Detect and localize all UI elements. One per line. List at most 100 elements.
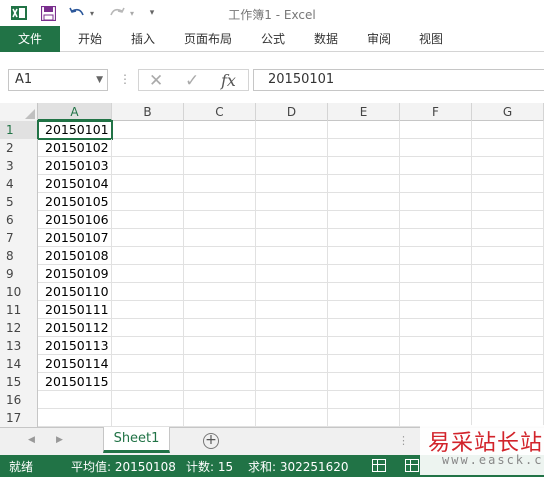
row-header[interactable]: 12: [0, 319, 38, 337]
cell[interactable]: [472, 157, 544, 175]
cell[interactable]: [112, 193, 184, 211]
row-header[interactable]: 8: [0, 247, 38, 265]
cell[interactable]: [400, 229, 472, 247]
cell[interactable]: [328, 391, 400, 409]
cell[interactable]: [184, 121, 256, 139]
cell[interactable]: [472, 283, 544, 301]
cell[interactable]: [472, 391, 544, 409]
column-header-d[interactable]: D: [256, 103, 328, 121]
cell[interactable]: [328, 301, 400, 319]
scroll-left-icon[interactable]: ◀: [28, 435, 35, 445]
cell-a[interactable]: 20150114: [38, 355, 112, 373]
cell[interactable]: [256, 283, 328, 301]
page-layout-view-icon[interactable]: [405, 459, 419, 472]
cell[interactable]: [256, 355, 328, 373]
cell[interactable]: [328, 247, 400, 265]
cell[interactable]: [184, 319, 256, 337]
add-sheet-icon[interactable]: +: [203, 433, 219, 449]
cell-a[interactable]: [38, 391, 112, 409]
cell[interactable]: [472, 301, 544, 319]
row-header[interactable]: 5: [0, 193, 38, 211]
row-header[interactable]: 1: [0, 121, 38, 139]
cell[interactable]: [256, 337, 328, 355]
cell[interactable]: [472, 247, 544, 265]
cell[interactable]: [112, 265, 184, 283]
cell[interactable]: [256, 121, 328, 139]
row-header[interactable]: 15: [0, 373, 38, 391]
cell[interactable]: [256, 319, 328, 337]
cell[interactable]: [472, 121, 544, 139]
tab-formulas[interactable]: 公式: [250, 26, 296, 52]
cell[interactable]: [256, 391, 328, 409]
row-header[interactable]: 7: [0, 229, 38, 247]
cell[interactable]: [112, 211, 184, 229]
cell[interactable]: [256, 229, 328, 247]
cell[interactable]: [472, 355, 544, 373]
cell[interactable]: [472, 337, 544, 355]
cell[interactable]: [184, 247, 256, 265]
cell[interactable]: [328, 337, 400, 355]
row-header[interactable]: 10: [0, 283, 38, 301]
name-box[interactable]: A1 ▼: [8, 69, 108, 91]
cell-a[interactable]: 20150105: [38, 193, 112, 211]
cell[interactable]: [256, 193, 328, 211]
cell[interactable]: [472, 139, 544, 157]
column-header-b[interactable]: B: [112, 103, 184, 121]
cell[interactable]: [472, 175, 544, 193]
cell[interactable]: [328, 211, 400, 229]
column-header-a[interactable]: A: [38, 103, 112, 121]
cell[interactable]: [112, 301, 184, 319]
row-header[interactable]: 17: [0, 409, 38, 427]
cell[interactable]: [184, 283, 256, 301]
row-header[interactable]: 13: [0, 337, 38, 355]
cell[interactable]: [400, 355, 472, 373]
cell[interactable]: [400, 211, 472, 229]
cell[interactable]: [112, 157, 184, 175]
cell[interactable]: [400, 157, 472, 175]
cell[interactable]: [472, 229, 544, 247]
cell[interactable]: [328, 175, 400, 193]
cell[interactable]: [328, 157, 400, 175]
cell[interactable]: [400, 121, 472, 139]
row-header[interactable]: 14: [0, 355, 38, 373]
cell[interactable]: [400, 175, 472, 193]
cell[interactable]: [328, 283, 400, 301]
cell-a[interactable]: [38, 409, 112, 427]
cell[interactable]: [112, 139, 184, 157]
cell[interactable]: [184, 211, 256, 229]
column-header-c[interactable]: C: [184, 103, 256, 121]
cell-a[interactable]: 20150106: [38, 211, 112, 229]
tab-review[interactable]: 审阅: [356, 26, 402, 52]
cell[interactable]: [184, 355, 256, 373]
cell-a[interactable]: 20150107: [38, 229, 112, 247]
cell[interactable]: [400, 247, 472, 265]
formula-input[interactable]: 20150101: [253, 69, 544, 91]
cell[interactable]: [256, 409, 328, 427]
cell-a[interactable]: 20150108: [38, 247, 112, 265]
cell[interactable]: [256, 265, 328, 283]
cell[interactable]: [400, 139, 472, 157]
cell[interactable]: [328, 373, 400, 391]
row-header[interactable]: 3: [0, 157, 38, 175]
cell-a[interactable]: 20150115: [38, 373, 112, 391]
cell[interactable]: [112, 283, 184, 301]
cell[interactable]: [184, 373, 256, 391]
cell[interactable]: [184, 229, 256, 247]
cell[interactable]: [328, 193, 400, 211]
cell[interactable]: [328, 139, 400, 157]
normal-view-icon[interactable]: [372, 459, 386, 472]
cell[interactable]: [112, 337, 184, 355]
cell[interactable]: [184, 337, 256, 355]
tab-file[interactable]: 文件: [0, 26, 60, 52]
cell[interactable]: [400, 391, 472, 409]
cell[interactable]: [112, 373, 184, 391]
cell[interactable]: [112, 355, 184, 373]
cell[interactable]: [256, 373, 328, 391]
cell[interactable]: [400, 337, 472, 355]
cell[interactable]: [184, 139, 256, 157]
cell-a[interactable]: 20150103: [38, 157, 112, 175]
cell[interactable]: [328, 229, 400, 247]
cell[interactable]: [328, 355, 400, 373]
row-header[interactable]: 16: [0, 391, 38, 409]
cell[interactable]: [400, 319, 472, 337]
